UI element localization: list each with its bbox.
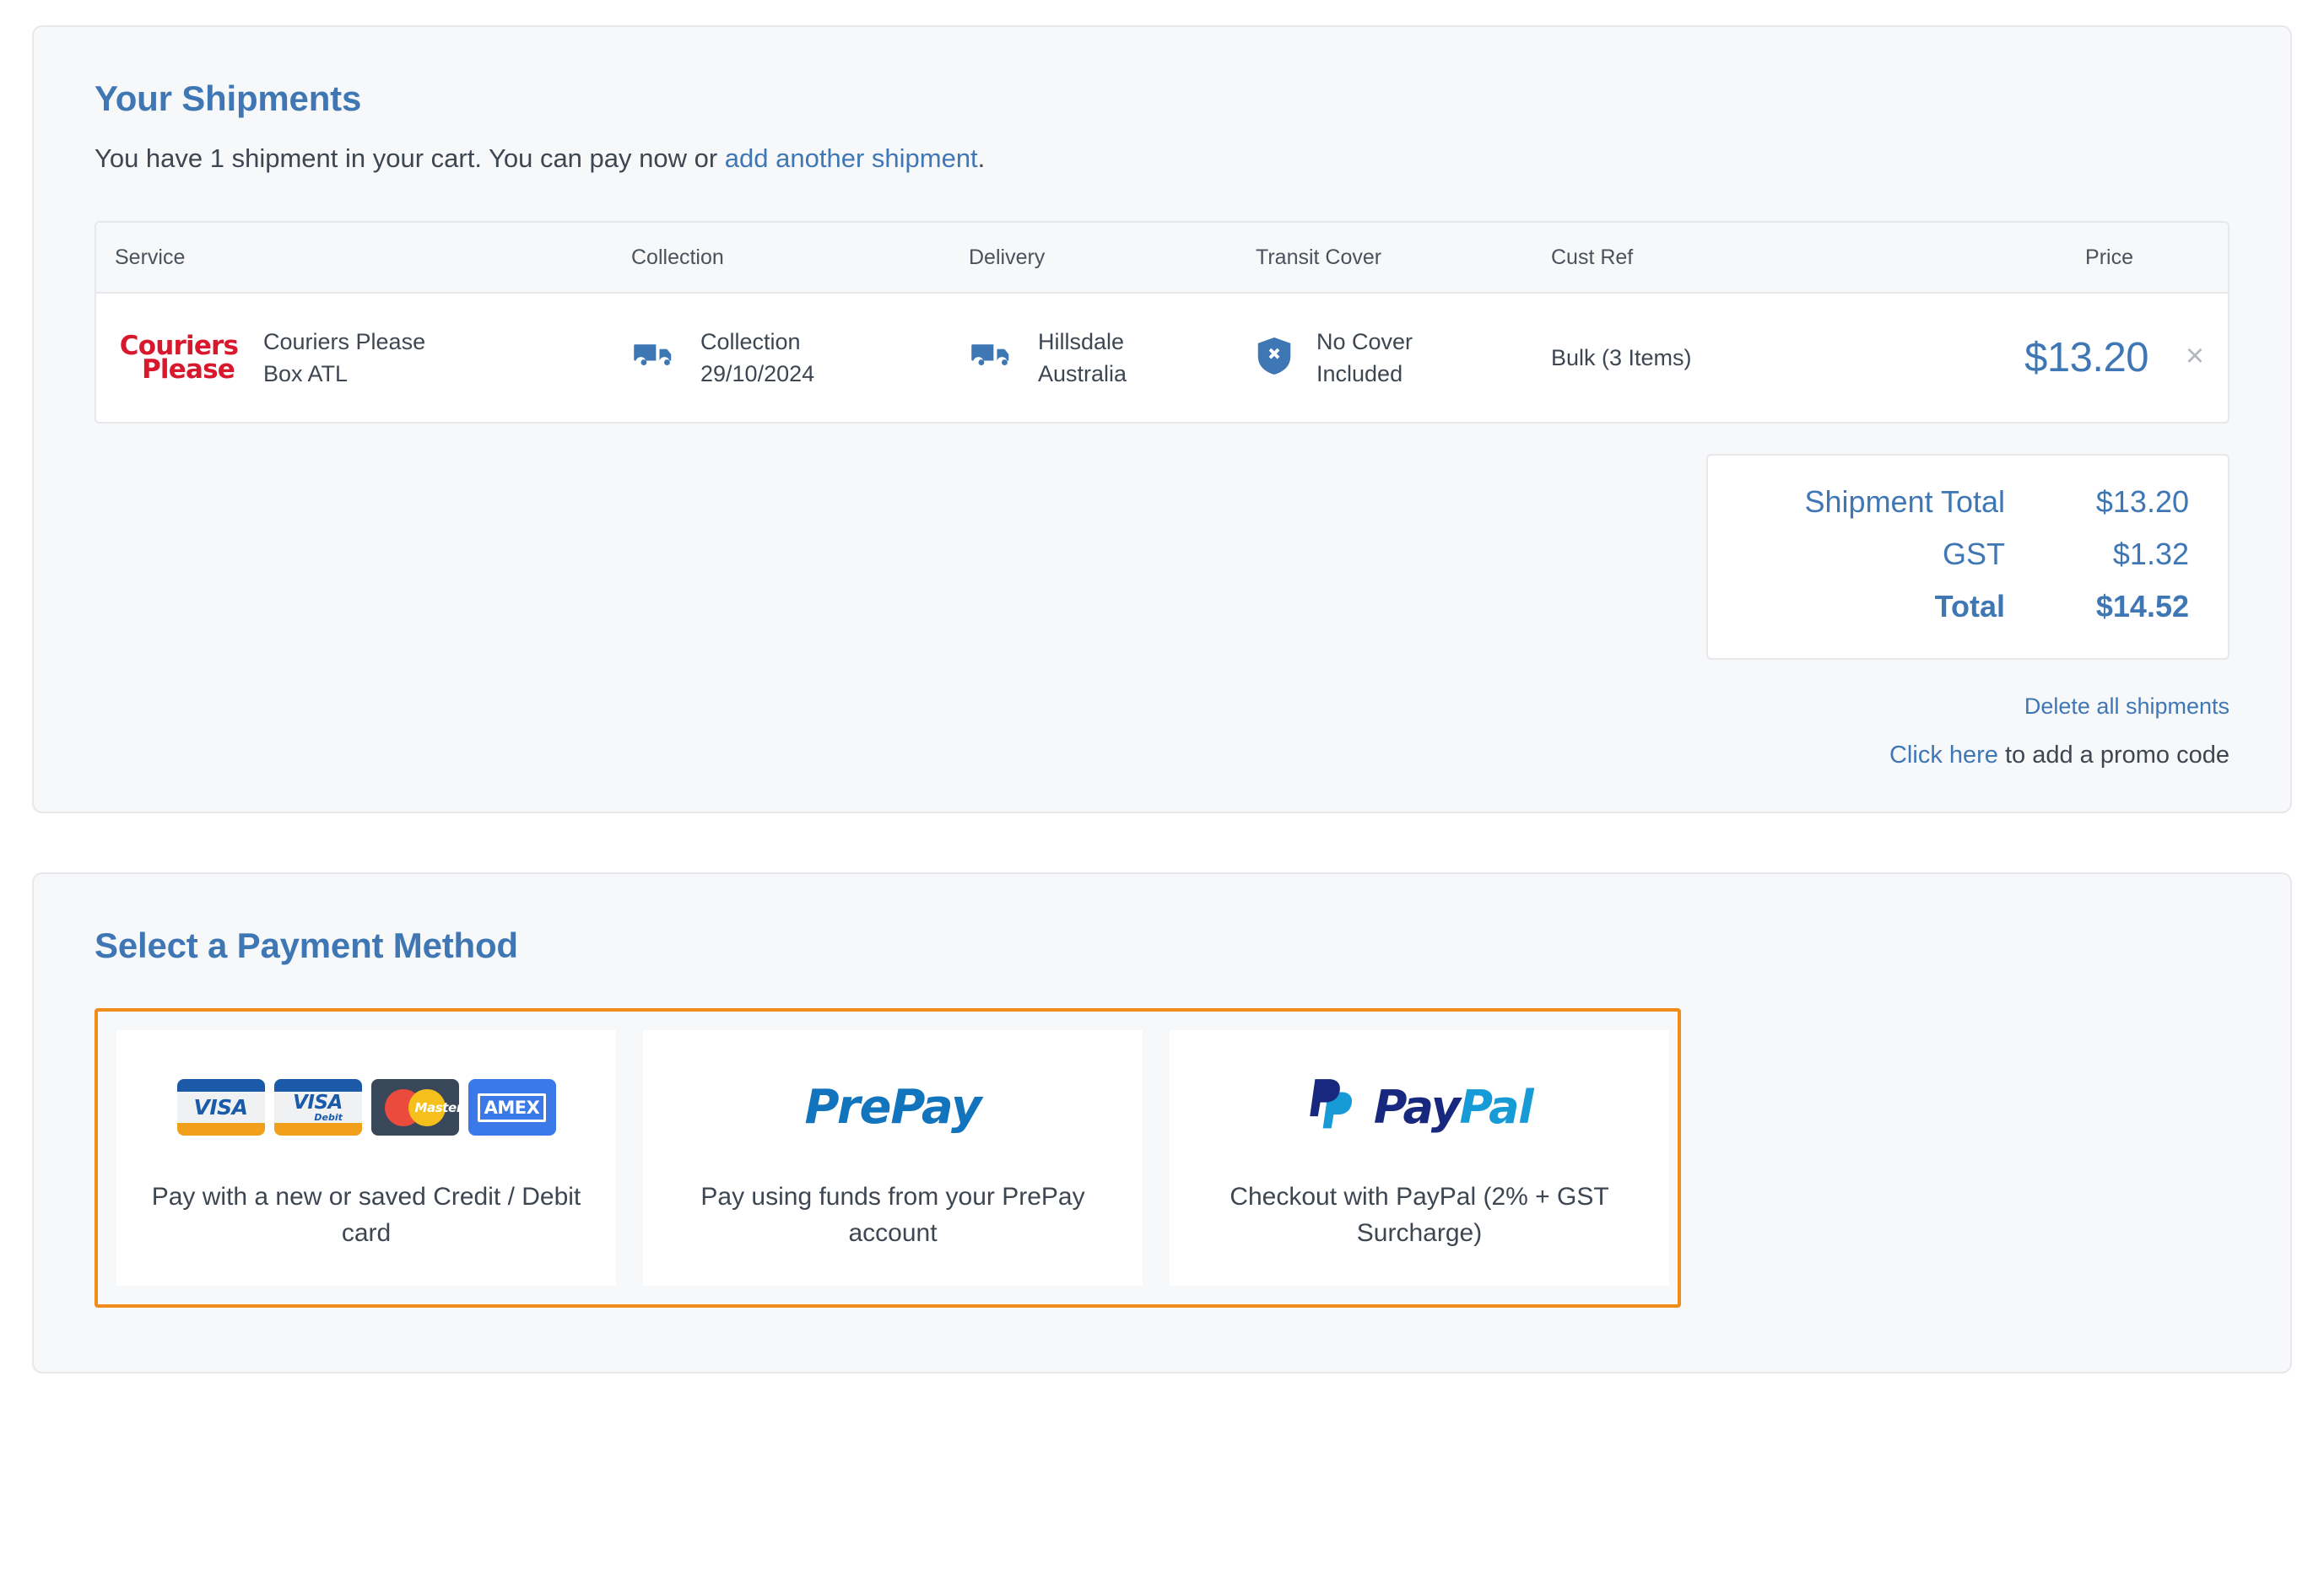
table-header-row: Service Collection Delivery Transit Cove… xyxy=(96,223,2228,294)
column-header-transit-cover: Transit Cover xyxy=(1256,245,1382,269)
paypal-description: Checkout with PayPal (2% + GST Surcharge… xyxy=(1230,1182,1609,1248)
promo-code-link[interactable]: Click here xyxy=(1889,742,1998,769)
prepay-logo: PrePay xyxy=(668,1067,1117,1148)
service-package-type: Box ATL xyxy=(263,361,349,387)
remove-shipment-icon[interactable]: × xyxy=(2181,340,2209,372)
totals-row-gst: GST $1.32 xyxy=(1747,537,2189,572)
transit-cover-block: No Cover Included xyxy=(1316,326,1413,391)
totals-row-shipment-total: Shipment Total $13.20 xyxy=(1747,484,2189,520)
promo-code-text: to add a promo code xyxy=(1997,742,2229,769)
column-header-price: Price xyxy=(2085,245,2133,269)
gst-amount: $1.32 xyxy=(2112,537,2189,572)
delivery-country: Australia xyxy=(1038,361,1127,387)
prepay-wordmark: PrePay xyxy=(804,1080,982,1136)
subtitle-text-after: . xyxy=(977,143,986,174)
column-header-delivery: Delivery xyxy=(969,245,1046,269)
delete-all-shipments-link[interactable]: Delete all shipments xyxy=(2024,693,2229,719)
payment-option-paypal[interactable]: PayPal Checkout with PayPal (2% + GST Su… xyxy=(1170,1029,1669,1287)
payment-section-title: Select a Payment Method xyxy=(95,926,518,966)
cell-transit-cover: No Cover Included xyxy=(1256,326,1551,391)
shipment-total-amount: $13.20 xyxy=(2095,484,2189,520)
column-header-collection: Collection xyxy=(631,245,724,269)
paypal-lockup: PayPal xyxy=(1306,1077,1534,1139)
page-title: Your Shipments xyxy=(95,78,362,118)
promo-code-row: Click here to add a promo code xyxy=(95,742,2229,769)
delete-all-shipments-row: Delete all shipments xyxy=(95,693,2229,720)
transit-cover-value: Included xyxy=(1316,361,1403,387)
paypal-word-pay: Pay xyxy=(1373,1081,1461,1135)
collection-block: Collection 29/10/2024 xyxy=(700,326,814,391)
visa-debit-icon: VISA Debit xyxy=(273,1079,362,1136)
card-brand-logos: VISA VISADebit MasterCard xyxy=(142,1067,591,1148)
column-header-service: Service xyxy=(115,245,186,269)
add-another-shipment-link[interactable]: add another shipment xyxy=(725,143,978,173)
payment-option-credit-debit-card[interactable]: VISA VISADebit MasterCard xyxy=(116,1029,616,1287)
paypal-wordmark: PayPal xyxy=(1373,1081,1534,1135)
paypal-logo: PayPal xyxy=(1195,1067,1644,1148)
visa-icon: VISA xyxy=(176,1079,265,1136)
mastercard-label: MasterCard xyxy=(414,1099,459,1115)
payment-option-prepay[interactable]: PrePay Pay using funds from your PrePay … xyxy=(643,1029,1143,1287)
truck-icon xyxy=(631,337,678,379)
cust-ref-value: Bulk (3 Items) xyxy=(1551,344,1692,370)
mastercard-circles: MasterCard xyxy=(384,1088,459,1126)
totals-wrapper: Shipment Total $13.20 GST $1.32 Total $1… xyxy=(95,454,2229,661)
shipments-table: Service Collection Delivery Transit Cove… xyxy=(95,221,2229,424)
cell-delivery: Hillsdale Australia xyxy=(969,326,1256,391)
cell-price: $13.20 × xyxy=(1998,334,2209,381)
gst-label: GST xyxy=(1942,537,2005,572)
couriers-please-logo: Couriers Please xyxy=(115,333,243,386)
visa-label: VISA xyxy=(193,1095,248,1120)
payment-method-group: VISA VISADebit MasterCard xyxy=(95,1007,1681,1309)
delivery-suburb: Hillsdale xyxy=(1038,329,1125,355)
visa-debit-label: VISA Debit xyxy=(293,1091,343,1123)
mastercard-icon: MasterCard xyxy=(370,1079,459,1136)
shield-x-icon xyxy=(1256,334,1293,382)
shipments-panel: Your Shipments You have 1 shipment in yo… xyxy=(32,25,2292,814)
total-label: Total xyxy=(1934,589,2005,624)
service-name-block: Couriers Please Box ATL xyxy=(263,326,425,391)
transit-cover-label: No Cover xyxy=(1316,329,1413,355)
collection-date: 29/10/2024 xyxy=(700,361,815,387)
table-row: Couriers Please Couriers Please Box ATL xyxy=(96,294,2228,423)
cell-cust-ref: Bulk (3 Items) xyxy=(1551,345,1998,371)
delivery-block: Hillsdale Australia xyxy=(1038,326,1127,391)
amex-label: AMEX xyxy=(477,1093,547,1122)
payment-panel: Select a Payment Method VISA VISADebit xyxy=(32,872,2292,1374)
cell-collection: Collection 29/10/2024 xyxy=(631,326,969,391)
shipment-price: $13.20 xyxy=(2024,335,2148,381)
cell-service: Couriers Please Couriers Please Box ATL xyxy=(115,326,631,391)
truck-icon xyxy=(969,337,1016,379)
totals-links: Delete all shipments Click here to add a… xyxy=(95,693,2229,769)
totals-row-total: Total $14.52 xyxy=(1747,589,2189,624)
total-amount: $14.52 xyxy=(2095,589,2189,624)
amex-icon: AMEX xyxy=(468,1079,556,1136)
shipments-subtitle: You have 1 shipment in your cart. You ca… xyxy=(95,142,2229,175)
shipment-total-label: Shipment Total xyxy=(1804,484,2005,520)
collection-label: Collection xyxy=(700,329,801,355)
logo-line-2: Please xyxy=(142,354,235,386)
column-header-cust-ref: Cust Ref xyxy=(1551,245,1634,269)
subtitle-text-before: You have 1 shipment in your cart. You ca… xyxy=(95,143,725,174)
credit-debit-card-description: Pay with a new or saved Credit / Debit c… xyxy=(151,1182,581,1248)
prepay-description: Pay using funds from your PrePay account xyxy=(700,1182,1085,1248)
visa-debit-sublabel: Debit xyxy=(314,1111,343,1123)
cards-row: VISA VISADebit MasterCard xyxy=(176,1079,556,1136)
page-root: Your Shipments You have 1 shipment in yo… xyxy=(0,0,2324,1374)
totals-box: Shipment Total $13.20 GST $1.32 Total $1… xyxy=(1706,454,2229,661)
paypal-word-pal: Pal xyxy=(1459,1081,1534,1135)
service-name: Couriers Please xyxy=(263,329,426,355)
paypal-monogram-icon xyxy=(1310,1078,1352,1129)
